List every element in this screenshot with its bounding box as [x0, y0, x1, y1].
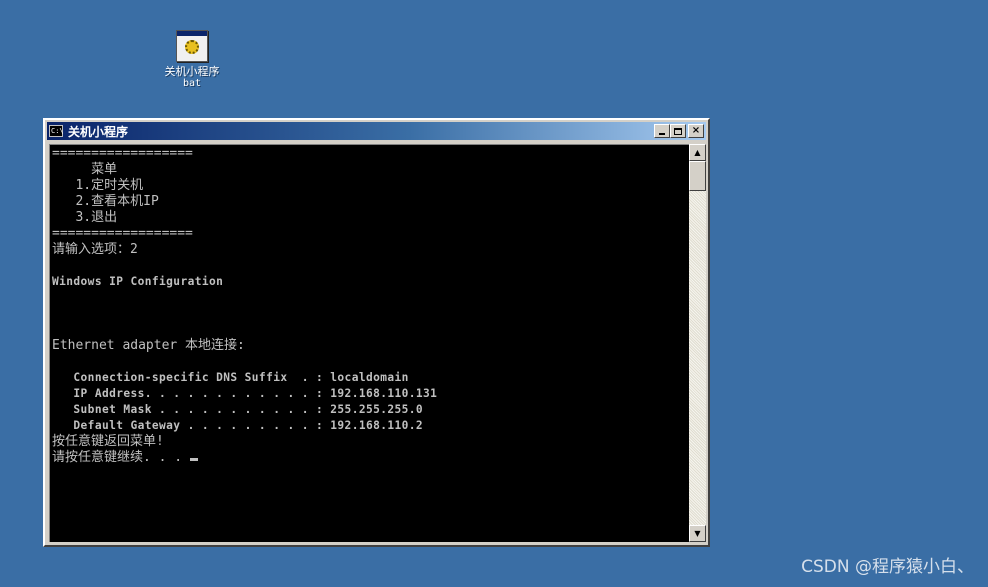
console-window[interactable]: C:\ 关机小程序 × ================== 菜单 1.定时关机… — [43, 118, 710, 547]
console-line: 请按任意键继续. . . — [52, 450, 198, 466]
console-app-icon[interactable]: C:\ — [49, 125, 64, 137]
desktop-icon-extension: bat — [182, 78, 202, 89]
console-line: Subnet Mask . . . . . . . . . . . : 255.… — [52, 403, 424, 416]
console-line: ================== — [52, 146, 193, 161]
console-line: 按任意键返回菜单! — [52, 434, 164, 449]
maximize-icon — [674, 127, 682, 135]
desktop-icon-label: 关机小程序 — [164, 65, 220, 78]
maximize-button[interactable] — [670, 124, 686, 138]
scroll-down-button[interactable]: ▼ — [689, 525, 706, 542]
minimize-button[interactable] — [654, 124, 670, 138]
console-line: Default Gateway . . . . . . . . . : 192.… — [52, 419, 424, 432]
scroll-up-icon: ▲ — [694, 148, 701, 157]
console-line: Ethernet adapter 本地连接: — [52, 338, 245, 353]
batch-file-gear-icon — [176, 30, 208, 62]
scroll-down-icon: ▼ — [694, 529, 701, 538]
console-line: 3.退出 — [52, 210, 118, 225]
title-bar[interactable]: C:\ 关机小程序 × — [47, 122, 706, 140]
scroll-up-button[interactable]: ▲ — [689, 144, 706, 161]
watermark: CSDN @程序猿小白、 — [801, 557, 974, 577]
console-line: 请输入选项：2 — [52, 242, 138, 257]
scroll-thumb[interactable] — [689, 161, 706, 191]
text-cursor — [189, 458, 198, 461]
console-line: 2.查看本机IP — [52, 194, 159, 209]
vertical-scrollbar[interactable]: ▲ ▼ — [689, 144, 706, 542]
minimize-icon — [659, 133, 665, 135]
console-line: Connection-specific DNS Suffix . : local… — [52, 371, 409, 384]
console-line: 菜单 — [52, 162, 118, 177]
console-line: 1.定时关机 — [52, 178, 144, 193]
console-line: IP Address. . . . . . . . . . . . : 192.… — [52, 387, 438, 400]
console-output[interactable]: ================== 菜单 1.定时关机 2.查看本机IP 3.… — [49, 144, 689, 542]
close-icon: × — [691, 125, 701, 136]
close-button[interactable]: × — [688, 124, 704, 138]
console-line: ================== — [52, 226, 193, 241]
console-line: Windows IP Configuration — [52, 275, 224, 288]
desktop-icon-shutdown-bat[interactable]: 关机小程序 bat — [150, 30, 234, 89]
window-controls: × — [654, 124, 704, 138]
window-title: 关机小程序 — [68, 124, 129, 139]
